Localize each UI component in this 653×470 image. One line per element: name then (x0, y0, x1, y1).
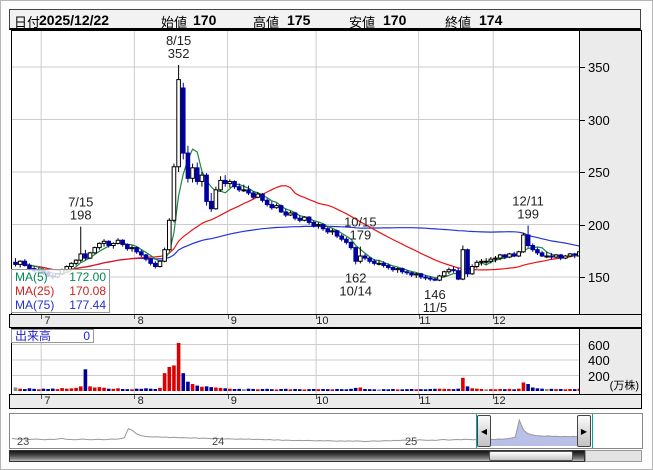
chart-annotation: 179 (349, 228, 371, 243)
open-value: 170 (193, 12, 216, 28)
ma-legend: MA(5) 172.00 MA(25) 170.08 MA(75) 177.44 (11, 269, 110, 313)
range-navigator[interactable]: ◀ ▶ 23 24 25 (9, 413, 643, 449)
chart-annotation: 199 (517, 207, 539, 222)
ma75-legend-row: MA(75) 177.44 (12, 298, 109, 312)
chart-annotation: 352 (168, 46, 190, 61)
month-tick (228, 315, 229, 319)
nav-year-label: 24 (212, 436, 224, 448)
volume-unit-label: (万株) (610, 377, 639, 393)
month-tick (134, 395, 135, 399)
quote-info-bar: 日付 2025/12/22 始値 170 高値 175 安値 170 終値 17… (9, 9, 641, 30)
right-arrow-icon: ▶ (581, 427, 587, 436)
high-label: 高値 (253, 12, 279, 31)
price-tick-mark (580, 67, 585, 68)
chart-annotation: 11/5 (423, 300, 447, 315)
high-value: 175 (287, 12, 310, 28)
date-label: 日付 (14, 12, 40, 31)
month-label: 12 (493, 315, 505, 327)
ma25-label: MA(25) (15, 284, 54, 298)
month-label: 8 (138, 395, 144, 407)
month-label: 11 (419, 395, 430, 407)
month-axis-lower: 7 8 9 10 11 12 (9, 394, 642, 409)
range-left-handle-button[interactable]: ◀ (477, 415, 491, 447)
volume-chart-plot[interactable] (11, 328, 581, 396)
scrollbar-corner (585, 450, 642, 462)
month-label: 10 (316, 395, 328, 407)
month-tick (41, 315, 42, 319)
close-value: 174 (479, 12, 502, 28)
volume-legend-label: 出来高 (15, 330, 51, 342)
range-right-handle-button[interactable]: ▶ (577, 415, 591, 447)
navigator-svg (10, 414, 642, 448)
month-axis-upper: 7 8 9 10 11 12 (9, 314, 642, 328)
price-tick-mark (580, 172, 585, 173)
month-label: 11 (419, 315, 430, 327)
open-label: 始値 (161, 12, 187, 31)
scrollbar-thumb[interactable] (489, 451, 573, 461)
volume-legend: 出来高 0 (11, 329, 94, 343)
volume-legend-value: 0 (83, 330, 90, 342)
ma25-legend-row: MA(25) 170.08 (12, 284, 109, 298)
close-label: 終値 (445, 12, 471, 31)
volume-tick-label: 200 (588, 369, 610, 384)
volume-tick-label: 600 (588, 338, 610, 353)
ma5-legend-row: MA(5) 172.00 (12, 270, 109, 284)
nav-year-label: 25 (405, 436, 417, 448)
chart-annotation: 198 (70, 208, 92, 223)
price-tick-label: 350 (588, 60, 610, 75)
month-label: 7 (44, 395, 50, 407)
month-label: 9 (231, 395, 237, 407)
month-tick (134, 315, 135, 319)
nav-year-label: 23 (17, 436, 29, 448)
price-tick-mark (580, 277, 585, 278)
volume-chart-svg (12, 329, 580, 395)
ma25-value: 170.08 (69, 284, 106, 298)
low-value: 170 (383, 12, 406, 28)
price-tick-mark (580, 120, 585, 121)
price-axis: 350 300 250 200 150 (579, 30, 642, 315)
volume-axis: (万株) 600400200 (579, 328, 642, 395)
price-tick-label: 250 (588, 165, 610, 180)
month-label: 9 (231, 315, 237, 327)
horizontal-scrollbar-track[interactable] (9, 450, 585, 462)
range-end-guide (592, 414, 593, 448)
month-tick (228, 395, 229, 399)
month-label: 10 (316, 315, 328, 327)
ma75-value: 177.44 (69, 298, 106, 312)
month-label: 7 (44, 315, 50, 327)
ma75-label: MA(75) (15, 298, 54, 312)
ma5-label: MA(5) (15, 270, 48, 284)
date-value: 2025/12/22 (39, 12, 109, 28)
month-label: 8 (138, 315, 144, 327)
chart-annotation: 10/14 (339, 283, 372, 298)
left-arrow-icon: ◀ (481, 427, 487, 436)
price-tick-label: 300 (588, 113, 610, 128)
ma5-value: 172.00 (69, 270, 106, 284)
price-tick-mark (580, 225, 585, 226)
month-tick (41, 395, 42, 399)
volume-tick-label: 400 (588, 353, 610, 368)
stock-chart-window: 日付 2025/12/22 始値 170 高値 175 安値 170 終値 17… (0, 0, 653, 470)
price-tick-label: 150 (588, 270, 610, 285)
month-label: 12 (493, 395, 505, 407)
price-tick-label: 200 (588, 218, 610, 233)
low-label: 安値 (349, 12, 375, 31)
